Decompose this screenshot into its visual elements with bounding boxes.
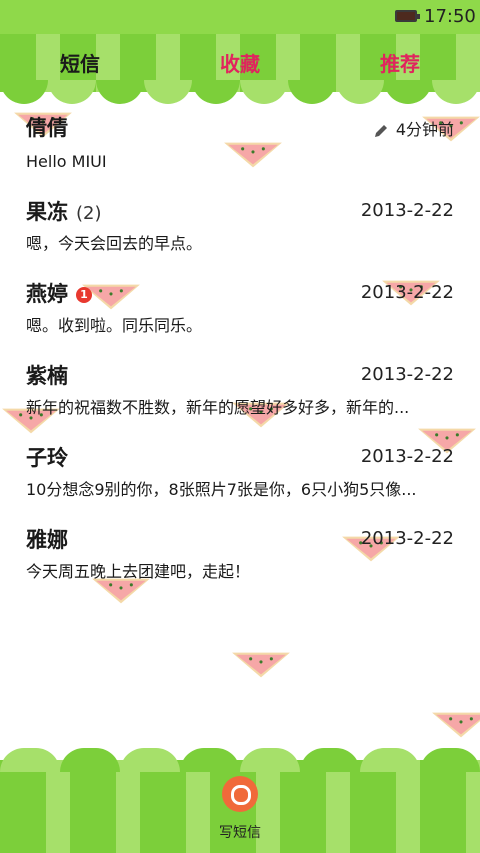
watermelon-decoration-icon: [232, 652, 290, 678]
compose-button[interactable]: 写短信: [210, 776, 270, 846]
watermelon-decoration-icon: [432, 712, 480, 738]
status-bar: 17:50: [0, 0, 480, 34]
tab-bar: 短信 收藏 推荐: [0, 48, 480, 80]
contact-name: 燕婷: [26, 282, 68, 306]
battery-icon: [395, 10, 420, 22]
compose-label: 写短信: [219, 825, 261, 841]
message-preview: 今天周五晚上去团建吧，走起！: [26, 562, 251, 581]
conversation-item[interactable]: 果冻 (2) 2013-2-22 嗯，今天会回去的早点。: [0, 196, 480, 276]
contact-name: 雅娜: [26, 528, 68, 552]
conversation-item[interactable]: 子玲 2013-2-22 10分想念9别的你，8张照片7张是你，6只小狗5只像.…: [0, 442, 480, 522]
contact-name-wrap: 果冻 (2): [26, 196, 102, 226]
tab-sms[interactable]: 短信: [60, 48, 100, 77]
conversation-item[interactable]: 雅娜 2013-2-22 今天周五晚上去团建吧，走起！: [0, 524, 480, 604]
pencil-icon: [374, 124, 387, 137]
message-date: 2013-2-22: [360, 446, 454, 467]
contact-name: 子玲: [26, 446, 68, 470]
contact-name-wrap: 燕婷 1: [26, 278, 92, 308]
message-preview: Hello MIUI: [26, 152, 107, 171]
conversation-item[interactable]: 紫楠 2013-2-22 新年的祝福数不胜数，新年的愿望好多好多，新年的...: [0, 360, 480, 440]
top-awning-scallops: [0, 80, 480, 104]
bottom-awning-scallops: [0, 748, 480, 772]
message-time: 4分钟前: [374, 116, 454, 140]
status-time: 17:50: [424, 6, 476, 27]
contact-name: 倩倩: [26, 116, 68, 140]
message-date: 2013-2-22: [360, 528, 454, 549]
message-preview: 新年的祝福数不胜数，新年的愿望好多好多，新年的...: [26, 398, 410, 417]
tab-recommended[interactable]: 推荐: [380, 48, 420, 77]
message-date: 2013-2-22: [360, 364, 454, 385]
message-count: (2): [76, 203, 102, 224]
contact-name: 紫楠: [26, 364, 68, 388]
message-time-text: 4分钟前: [395, 120, 454, 139]
tab-favorites[interactable]: 收藏: [220, 48, 260, 77]
message-preview: 10分想念9别的你，8张照片7张是你，6只小狗5只像...: [26, 480, 417, 499]
conversation-item[interactable]: 燕婷 1 2013-2-22 嗯。收到啦。同乐同乐。: [0, 278, 480, 358]
unread-badge: 1: [76, 287, 92, 303]
message-date: 2013-2-22: [360, 200, 454, 221]
compose-message-icon: [222, 776, 258, 812]
message-date: 2013-2-22: [360, 282, 454, 303]
message-preview: 嗯。收到啦。同乐同乐。: [26, 316, 203, 335]
conversation-item[interactable]: 倩倩 4分钟前 Hello MIUI: [0, 112, 480, 192]
message-preview: 嗯，今天会回去的早点。: [26, 234, 203, 253]
contact-name: 果冻: [26, 200, 68, 224]
